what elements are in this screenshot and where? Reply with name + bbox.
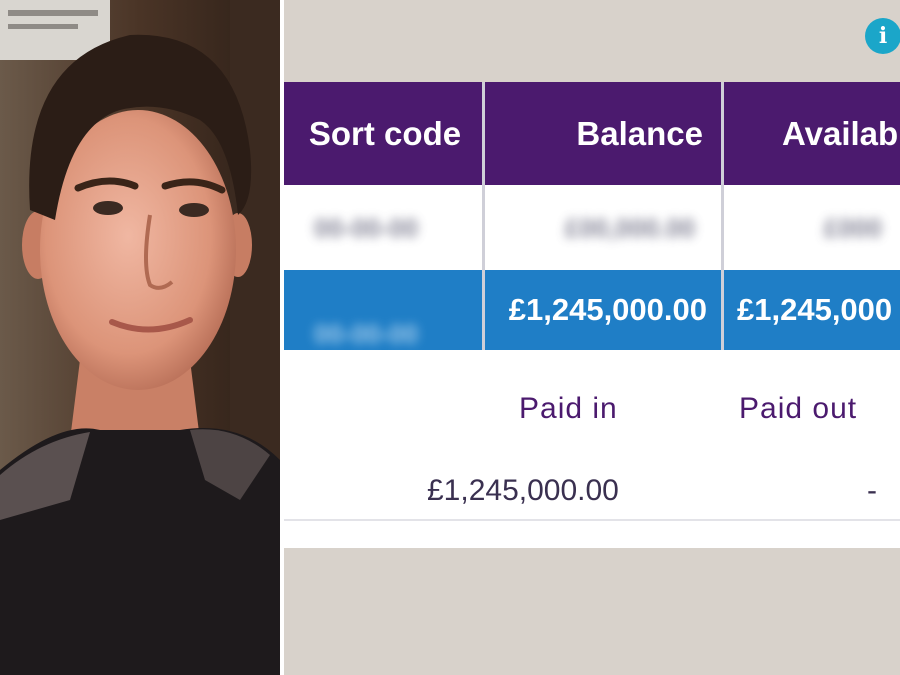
sort-code-blurred: 00-00-00 <box>314 319 419 349</box>
paid-out-label: Paid out <box>739 392 858 425</box>
table-row-selected[interactable]: 00-00-00 <box>284 270 482 350</box>
balance-value: £1,245,000.00 <box>485 270 721 350</box>
table-row-available-cell: £000 <box>724 185 900 269</box>
header-balance: Balance <box>485 82 721 185</box>
paid-in-label: Paid in <box>519 392 618 425</box>
balance-blurred: £00,000.00 <box>565 213 696 243</box>
balance-table: Sort code Balance Availab 00-00-00 £00,0… <box>284 82 900 630</box>
available-value: £1,245,000 <box>724 270 900 350</box>
divider <box>284 519 900 521</box>
sort-code-blurred: 00-00-00 <box>314 213 419 243</box>
header-available: Availab <box>724 82 900 185</box>
paid-out-value: - <box>867 474 877 507</box>
header-sort-code: Sort code <box>284 82 482 185</box>
table-row[interactable]: 00-00-00 <box>284 185 482 269</box>
info-icon[interactable]: i <box>865 18 900 54</box>
table-row-balance-cell: £00,000.00 <box>485 185 721 269</box>
banking-screenshot: i Sort code Balance Availab 00-00-00 £00… <box>284 0 900 675</box>
portrait-photo <box>0 0 280 675</box>
available-blurred: £000 <box>824 213 882 243</box>
top-bar: i <box>284 0 900 82</box>
portrait-illustration <box>0 0 280 675</box>
bottom-bar <box>284 548 900 675</box>
paid-in-value: £1,245,000.00 <box>427 474 619 507</box>
